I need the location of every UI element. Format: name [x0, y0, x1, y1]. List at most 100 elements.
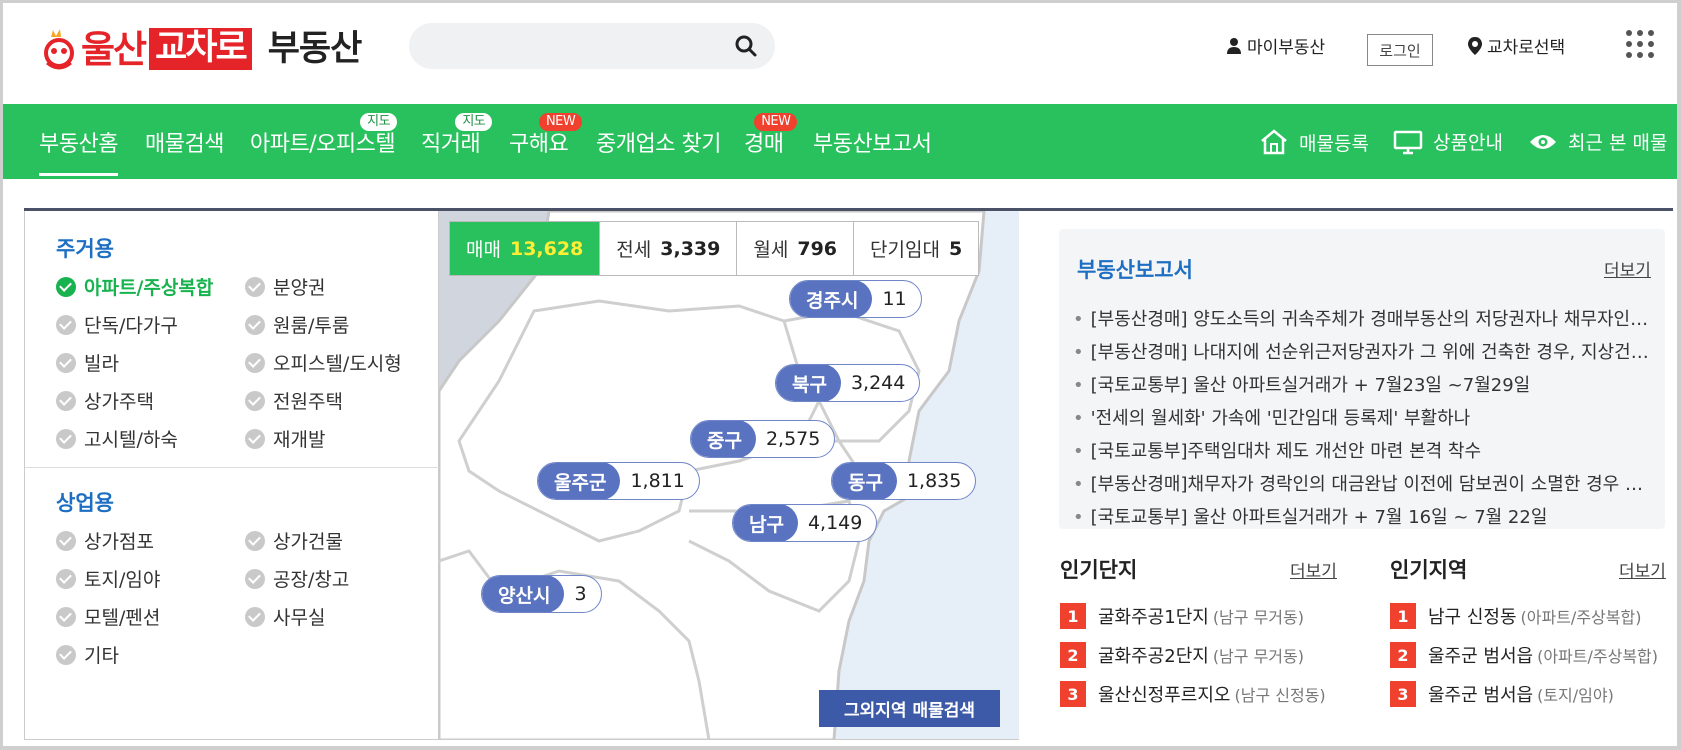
popular-region-item[interactable]: 2 울주군 범서읍 (아파트/주상복합) [1390, 642, 1668, 668]
popular-complex-item[interactable]: 2 굴화주공2단지 (남구 무거동) [1060, 642, 1338, 668]
tab-count: 796 [797, 237, 838, 260]
register-listing-link[interactable]: 매물등록 [1259, 128, 1369, 156]
region-map[interactable]: 매매 13,628 전세 3,339 월세 796 단기임대 5 경주시 11 북구 3,2… [439, 211, 1019, 740]
popular-complex-title: 인기단지 [1060, 558, 1138, 582]
report-box: 부동산보고서 더보기 [부동산경매] 양도소득의 귀속주체가 경매부동산의 저당… [1059, 229, 1665, 529]
tab-short-term[interactable]: 단기임대 5 [854, 222, 978, 275]
popular-complex-more-link[interactable]: 더보기 [1290, 557, 1337, 582]
rank-number: 1 [1390, 603, 1416, 629]
category-presale[interactable]: 분양권 [245, 273, 325, 300]
commercial-title: 상업용 [56, 491, 114, 515]
check-icon [56, 390, 76, 411]
search-input[interactable] [429, 31, 709, 61]
new-badge: NEW [754, 113, 798, 131]
news-item[interactable]: [국토교통부] 울산 아파트실거래가 + 7월 16일 ~ 7월 22일 [1073, 503, 1658, 529]
nav-item-report[interactable]: 부동산보고서 [813, 126, 932, 158]
news-item[interactable]: [부동산경매]채무자가 경락인의 대금완납 이전에 담보권이 소멸한 경우 경매 [1073, 470, 1658, 496]
other-region-search-button[interactable]: 그외지역 매물검색 [819, 690, 1000, 727]
category-apartment[interactable]: 아파트/주상복합 [56, 273, 213, 300]
tab-sale[interactable]: 매매 13,628 [450, 222, 601, 275]
category-panel: 주거용 아파트/주상복합 분양권 단독/다가구 원룸/투룸 빌라 오피스텔/도시… [24, 211, 439, 740]
rank-name: 울주군 범서읍 [1428, 685, 1534, 706]
search-bar [409, 23, 775, 69]
popular-complex-item[interactable]: 3 울산신정푸르지오 (남구 신정동) [1060, 681, 1338, 707]
category-villa[interactable]: 빌라 [56, 349, 119, 376]
report-more-link[interactable]: 더보기 [1604, 256, 1651, 281]
rank-sub: (남구 무거동) [1212, 647, 1304, 666]
region-count: 1,835 [906, 470, 962, 492]
popular-complex-item[interactable]: 1 굴화주공1단지 (남구 무거동) [1060, 603, 1338, 629]
category-office[interactable]: 사무실 [245, 603, 325, 630]
region-select-link[interactable]: 교차로선택 [1467, 33, 1565, 58]
nav-item-agency[interactable]: 중개업소 찾기 [596, 126, 721, 158]
category-oneroom[interactable]: 원룸/투룸 [245, 311, 349, 338]
popular-region-more-link[interactable]: 더보기 [1619, 557, 1666, 582]
main-panel: 주거용 아파트/주상복합 분양권 단독/다가구 원룸/투룸 빌라 오피스텔/도시… [24, 208, 1673, 740]
region-pin-yangsan[interactable]: 양산시 3 [481, 575, 602, 613]
logo-ulsan-text: 울산 [81, 27, 147, 71]
rank-sub: (남구 무거동) [1212, 608, 1304, 627]
logo-gyocharo-text: 교차로 [149, 27, 252, 71]
region-pin-namgu[interactable]: 남구 4,149 [732, 504, 878, 542]
news-item[interactable]: [국토교통부]주택임대차 제도 개선안 마련 본격 착수 [1073, 437, 1658, 463]
category-officetel[interactable]: 오피스텔/도시형 [245, 349, 402, 376]
category-store[interactable]: 상가점포 [56, 527, 154, 554]
category-redevelopment[interactable]: 재개발 [245, 425, 325, 452]
product-info-link[interactable]: 상품안내 [1393, 128, 1503, 155]
nav-label: 구해요 [509, 132, 569, 157]
search-button[interactable] [733, 33, 759, 59]
category-factory[interactable]: 공장/창고 [245, 565, 349, 592]
news-item[interactable]: [국토교통부] 울산 아파트실거래가 + 7월23일 ~7월29일 [1073, 371, 1658, 397]
check-icon [245, 276, 265, 297]
region-pin-junggu[interactable]: 중구 2,575 [690, 420, 836, 458]
check-icon [245, 530, 265, 551]
check-icon [245, 390, 265, 411]
region-pin-donggu[interactable]: 동구 1,835 [831, 462, 977, 500]
tab-jeonse[interactable]: 전세 3,339 [600, 222, 738, 275]
region-pin-uljugun[interactable]: 울주군 1,811 [537, 462, 700, 500]
news-item[interactable]: '전세의 월세화' 가속에 '민간임대 등록제' 부활하나 [1073, 404, 1658, 430]
category-label: 기타 [84, 645, 119, 667]
category-label: 재개발 [273, 429, 326, 451]
region-count: 4,149 [807, 512, 863, 534]
region-pin-bukgu[interactable]: 북구 3,244 [775, 364, 921, 402]
recent-listing-link[interactable]: 최근 본 매물 [1528, 128, 1667, 155]
rank-sub: (남구 신정동) [1234, 686, 1326, 705]
category-motel[interactable]: 모텔/펜션 [56, 603, 160, 630]
region-count: 1,811 [630, 470, 685, 492]
category-label: 빌라 [84, 353, 119, 375]
category-label: 오피스텔/도시형 [273, 353, 402, 375]
tab-label: 매매 [466, 239, 501, 261]
category-shop-house[interactable]: 상가주택 [56, 387, 154, 414]
site-logo[interactable]: 울산 교차로 부동산 [39, 21, 362, 77]
category-etc[interactable]: 기타 [56, 641, 119, 668]
news-item[interactable]: [부동산경매] 나대지에 선순위근저당권자가 그 위에 건축한 경우, 지상건물… [1073, 338, 1658, 364]
rank-sub: (아파트/주상복합) [1520, 608, 1642, 627]
news-item[interactable]: [부동산경매] 양도소득의 귀속주체가 경매부동산의 저당권자나 채무자인지요? [1073, 305, 1658, 331]
report-title: 부동산보고서 [1077, 258, 1193, 282]
nav-item-auction[interactable]: 경매 NEW [744, 113, 798, 158]
nav-item-home[interactable]: 부동산홈 [39, 126, 118, 176]
region-pin-gyeongju[interactable]: 경주시 11 [789, 280, 922, 318]
nav-item-direct-deal[interactable]: 직거래 지도 [421, 113, 493, 158]
category-land[interactable]: 토지/임야 [56, 565, 160, 592]
my-realestate-link[interactable]: 마이부동산 [1225, 33, 1325, 58]
login-button[interactable]: 로그인 [1367, 34, 1433, 66]
apps-grid-icon[interactable] [1626, 30, 1654, 60]
nav-item-apartment[interactable]: 아파트/오피스텔 지도 [250, 113, 398, 158]
register-listing-label: 매물등록 [1299, 132, 1369, 155]
popular-region-item[interactable]: 1 남구 신정동 (아파트/주상복합) [1390, 603, 1668, 629]
check-icon [245, 428, 265, 449]
popular-region-title: 인기지역 [1390, 558, 1468, 582]
popular-region-item[interactable]: 3 울주군 범서읍 (토지/임야) [1390, 681, 1668, 707]
region-name: 중구 [691, 421, 756, 457]
check-icon [245, 352, 265, 373]
check-icon [245, 568, 265, 589]
category-commercial-building[interactable]: 상가건물 [245, 527, 343, 554]
category-gositel[interactable]: 고시텔/하숙 [56, 425, 178, 452]
nav-item-wanted[interactable]: 구해요 NEW [509, 113, 583, 158]
category-house[interactable]: 단독/다가구 [56, 311, 178, 338]
category-country-house[interactable]: 전원주택 [245, 387, 343, 414]
nav-item-search[interactable]: 매물검색 [145, 126, 224, 158]
tab-monthly[interactable]: 월세 796 [737, 222, 855, 275]
